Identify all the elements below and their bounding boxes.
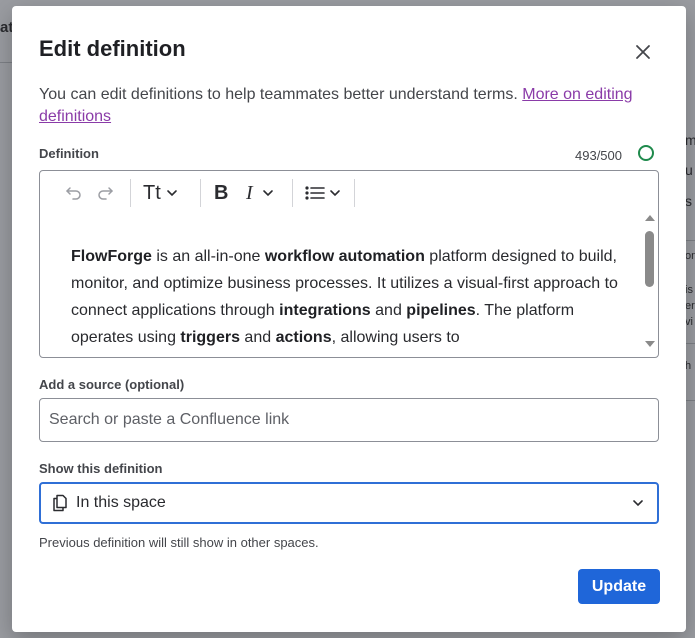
editor-toolbar: Tt B I <box>40 171 658 215</box>
visibility-label: Show this definition <box>39 461 163 476</box>
modal-title: Edit definition <box>39 36 186 61</box>
chevron-down-icon <box>166 190 177 197</box>
definition-label: Definition <box>39 146 99 161</box>
text-segment: and <box>370 302 407 319</box>
chevron-down-icon <box>330 190 340 197</box>
definition-text[interactable]: FlowForge is an all-in-one workflow auto… <box>71 243 631 351</box>
bold-term: actions <box>275 329 332 346</box>
visibility-helper-text: Previous definition will still show in o… <box>39 535 319 550</box>
close-button[interactable] <box>631 40 655 64</box>
background-divider <box>0 62 12 63</box>
intro-paragraph: You can edit definitions to help teammat… <box>39 84 639 128</box>
intro-text: You can edit definitions to help teammat… <box>39 86 523 103</box>
scroll-down-arrow-icon[interactable] <box>644 339 656 349</box>
undo-icon <box>66 187 81 200</box>
toolbar-divider <box>354 179 355 207</box>
update-button[interactable]: Update <box>578 569 660 604</box>
bullet-list-icon <box>305 186 325 200</box>
scrollbar-thumb[interactable] <box>645 231 654 287</box>
text-style-dropdown[interactable]: Tt <box>143 181 179 205</box>
redo-button[interactable] <box>95 181 115 205</box>
italic-dropdown[interactable]: I <box>246 181 275 205</box>
text-segment: , allowing users to <box>331 329 460 346</box>
bold-term: integrations <box>279 302 371 319</box>
definition-editor[interactable]: Tt B I FlowForge is an all-in-one workfl… <box>39 170 659 358</box>
text-segment: and <box>239 329 276 346</box>
text-style-label: Tt <box>143 181 161 204</box>
toolbar-divider <box>130 179 131 207</box>
bold-term: triggers <box>180 329 240 346</box>
visibility-select[interactable]: In this space <box>39 482 659 524</box>
character-counter: 493/500 <box>575 148 622 163</box>
pages-icon <box>53 494 67 512</box>
bold-label: B <box>214 181 229 204</box>
bold-button[interactable]: B <box>214 181 228 205</box>
bold-term: pipelines <box>406 302 476 319</box>
source-label: Add a source (optional) <box>39 377 185 392</box>
character-limit-ring-icon <box>638 145 654 161</box>
list-dropdown[interactable] <box>304 181 342 205</box>
chevron-down-icon <box>633 500 643 507</box>
edit-definition-modal: Edit definition You can edit definitions… <box>12 6 686 632</box>
toolbar-divider <box>200 179 201 207</box>
chevron-down-icon <box>262 190 273 197</box>
redo-icon <box>98 187 113 200</box>
italic-label: I <box>246 181 253 204</box>
bold-term: workflow automation <box>264 248 425 265</box>
text-segment: is an all-in-one <box>151 248 265 265</box>
source-input[interactable] <box>39 398 659 442</box>
scroll-up-arrow-icon[interactable] <box>644 213 656 223</box>
close-icon <box>636 45 650 59</box>
undo-button[interactable] <box>64 181 84 205</box>
visibility-selected-value: In this space <box>76 494 166 511</box>
toolbar-divider <box>292 179 293 207</box>
bold-term: FlowForge <box>71 248 152 265</box>
